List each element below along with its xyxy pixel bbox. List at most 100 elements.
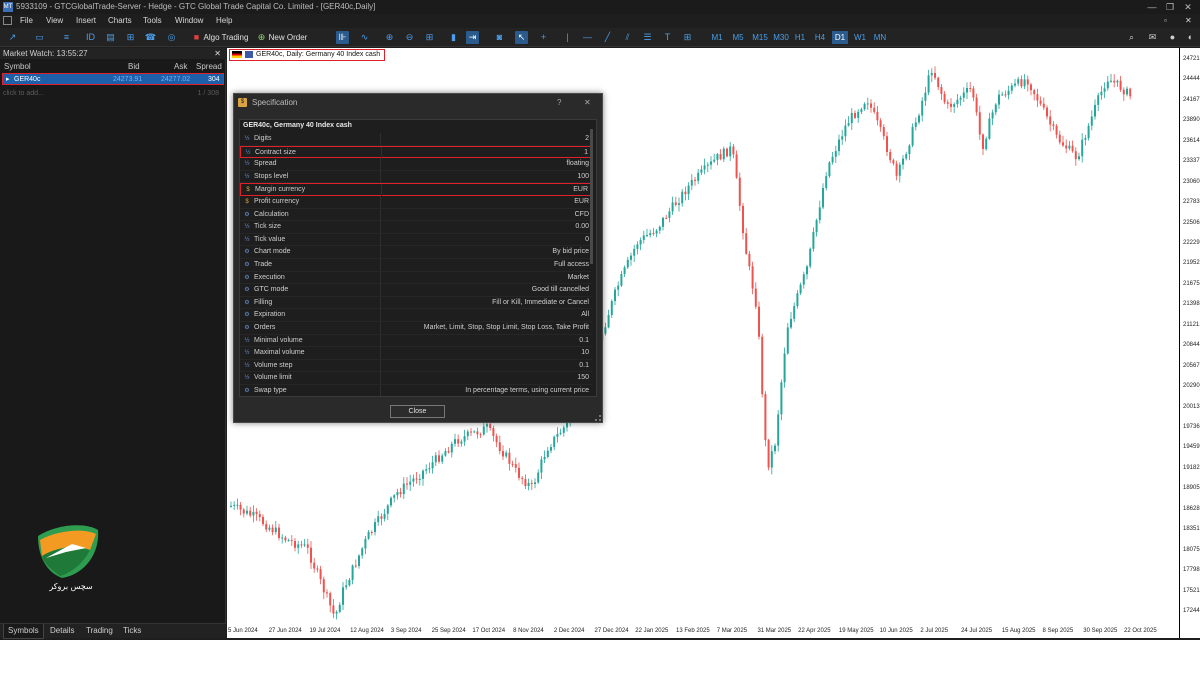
new-chart-icon[interactable]: ↗	[6, 31, 19, 44]
trendline-icon[interactable]: ╱	[601, 31, 614, 44]
spec-row-maximal-volume[interactable]: ½ Maximal volume 10	[240, 347, 592, 360]
close-child-icon[interactable]: ✕	[1185, 14, 1192, 27]
new-order-button[interactable]: New Order	[268, 30, 308, 45]
text-icon[interactable]: T	[661, 31, 674, 44]
horizontal-line-icon[interactable]: —	[581, 31, 594, 44]
menu-view[interactable]: View	[46, 14, 63, 27]
new-order-icon[interactable]: ⊕	[255, 31, 268, 44]
shapes-icon[interactable]: ⊞	[681, 31, 694, 44]
menu-window[interactable]: Window	[175, 14, 203, 27]
bar-chart-icon[interactable]: ⊪	[336, 31, 349, 44]
spec-row-volume-limit[interactable]: ½ Volume limit 150	[240, 372, 592, 385]
minimize-icon[interactable]: —	[1142, 0, 1162, 14]
chart-shift-icon[interactable]: ⇥	[466, 31, 479, 44]
restore-child-icon[interactable]: ▫	[1164, 14, 1167, 27]
spec-row-orders[interactable]: ⚙ Orders Market, Limit, Stop, Stop Limit, …	[240, 322, 592, 335]
tf-m1[interactable]: M1	[710, 31, 724, 44]
profiles-icon[interactable]: ▭	[33, 31, 46, 44]
col-ask[interactable]: Ask	[174, 61, 187, 72]
menu-help[interactable]: Help	[216, 14, 232, 27]
tf-m15[interactable]: M15	[751, 31, 769, 44]
navigator-icon[interactable]: ▤	[104, 31, 117, 44]
menu-tools[interactable]: Tools	[143, 14, 162, 27]
tab-symbols[interactable]: Symbols	[3, 624, 44, 639]
candle-body	[246, 510, 248, 514]
col-symbol[interactable]: Symbol	[4, 61, 31, 72]
restore-icon[interactable]: ❐	[1160, 0, 1180, 14]
resize-grip[interactable]	[595, 415, 601, 421]
grid-icon[interactable]: ⊞	[423, 31, 436, 44]
candle-body	[850, 112, 853, 124]
line-chart-icon[interactable]: ∿	[358, 31, 371, 44]
price-axis[interactable]: 24721.5 24444. 24167. 23890. 23614. 23337. 230…	[1179, 48, 1200, 638]
property-icon: $	[245, 199, 249, 205]
spec-row-digits[interactable]: ½ Digits 2	[240, 133, 592, 146]
data-window-icon[interactable]: ⊞	[124, 31, 137, 44]
candle-body	[786, 327, 789, 354]
tab-ticks[interactable]: Ticks	[119, 624, 145, 638]
close-window-icon[interactable]: ✕	[1178, 0, 1198, 14]
tab-trading[interactable]: Trading	[82, 624, 117, 638]
account-icon[interactable]: ●	[1166, 31, 1179, 44]
market-watch-row[interactable]: ▸ GER40c 24273.91 24277.02 304	[2, 73, 224, 85]
zoom-in-icon[interactable]: ⊕	[383, 31, 396, 44]
notifications-icon[interactable]: ✉	[1146, 31, 1159, 44]
cursor-icon[interactable]: ↖	[515, 31, 528, 44]
spec-row-chart-mode[interactable]: ⚙ Chart mode By bid price	[240, 246, 592, 259]
candle-body	[719, 154, 722, 160]
spec-row-stops-level[interactable]: ½ Stops level 100	[240, 170, 592, 184]
menu-insert[interactable]: Insert	[76, 14, 96, 27]
spec-row-contract-size[interactable]: ½ Contract size 1	[240, 145, 592, 159]
spec-row-calculation[interactable]: ⚙ Calculation CFD	[240, 208, 592, 222]
col-spread[interactable]: Spread	[196, 61, 222, 72]
vertical-line-icon[interactable]: |	[561, 31, 574, 44]
search-icon[interactable]: ⌕	[1125, 31, 1138, 44]
spec-row-margin-currency[interactable]: $ Margin currency EUR	[240, 183, 592, 197]
tf-m30[interactable]: M30	[772, 31, 790, 44]
tf-w1[interactable]: W1	[853, 31, 867, 44]
spec-row-tick-size[interactable]: ½ Tick size 0.00	[240, 221, 592, 234]
terminal-icon[interactable]: ☎	[144, 31, 157, 44]
strategy-tester-icon[interactable]: ◎	[165, 31, 178, 44]
spec-row-tick-value[interactable]: ½ Tick value 0	[240, 233, 592, 247]
tf-h1[interactable]: H1	[793, 31, 807, 44]
help-icon[interactable]: ?	[557, 94, 561, 111]
autoscroll-icon[interactable]: ▮	[447, 31, 460, 44]
spec-row-filling[interactable]: ⚙ Filling Fill or Kill, Immediate or Cance…	[240, 296, 592, 310]
zoom-out-icon[interactable]: ⊖	[403, 31, 416, 44]
ide-icon[interactable]: ID	[84, 31, 97, 44]
spec-row-profit-currency[interactable]: $ Profit currency EUR	[240, 196, 592, 209]
specification-header: GER40c, Germany 40 Index cash	[243, 122, 352, 129]
app-menu-icon[interactable]	[3, 16, 12, 25]
add-symbol-row[interactable]: click to add... 1 / 308	[3, 88, 223, 99]
spec-row-spread[interactable]: ½ Spread floating	[240, 158, 592, 171]
close-button[interactable]: Close	[390, 405, 445, 418]
tf-h4[interactable]: H4	[813, 31, 827, 44]
spec-row-volume-step[interactable]: ½ Volume step 0.1	[240, 359, 592, 373]
spec-row-minimal-volume[interactable]: ½ Minimal volume 0.1	[240, 334, 592, 348]
crosshair-icon[interactable]: +	[537, 31, 550, 44]
indicators-icon[interactable]: ◙	[493, 31, 506, 44]
spec-row-trade[interactable]: ⚙ Trade Full access	[240, 259, 592, 272]
close-panel-icon[interactable]: ✕	[214, 48, 221, 59]
tf-m5[interactable]: M5	[731, 31, 745, 44]
menu-charts[interactable]: Charts	[108, 14, 132, 27]
property-value: CFD	[574, 210, 589, 218]
tf-mn[interactable]: MN	[872, 31, 888, 44]
market-watch-icon[interactable]: ≡	[60, 31, 73, 44]
tf-d1[interactable]: D1	[832, 31, 848, 44]
tab-details[interactable]: Details	[46, 624, 78, 638]
dialog-scrollbar[interactable]	[590, 129, 593, 264]
col-bid[interactable]: Bid	[128, 61, 140, 72]
spec-row-expiration[interactable]: ⚙ Expiration All	[240, 309, 592, 322]
spec-row-gtc-mode[interactable]: ⚙ GTC mode Good till cancelled	[240, 284, 592, 297]
add-symbol-placeholder: click to add...	[3, 90, 44, 97]
signals-icon[interactable]: ◐	[1184, 31, 1197, 44]
spec-row-execution[interactable]: ⚙ Execution Market	[240, 271, 592, 285]
spec-row-swap-type[interactable]: ⚙ Swap type In percentage terms, using cur…	[240, 385, 592, 396]
close-dialog-icon[interactable]: ✕	[584, 94, 591, 111]
fibonacci-icon[interactable]: ☰	[641, 31, 654, 44]
algo-trading-button[interactable]: Algo Trading	[202, 30, 250, 45]
channel-icon[interactable]: ⫽	[621, 31, 634, 44]
menu-file[interactable]: File	[20, 14, 33, 27]
